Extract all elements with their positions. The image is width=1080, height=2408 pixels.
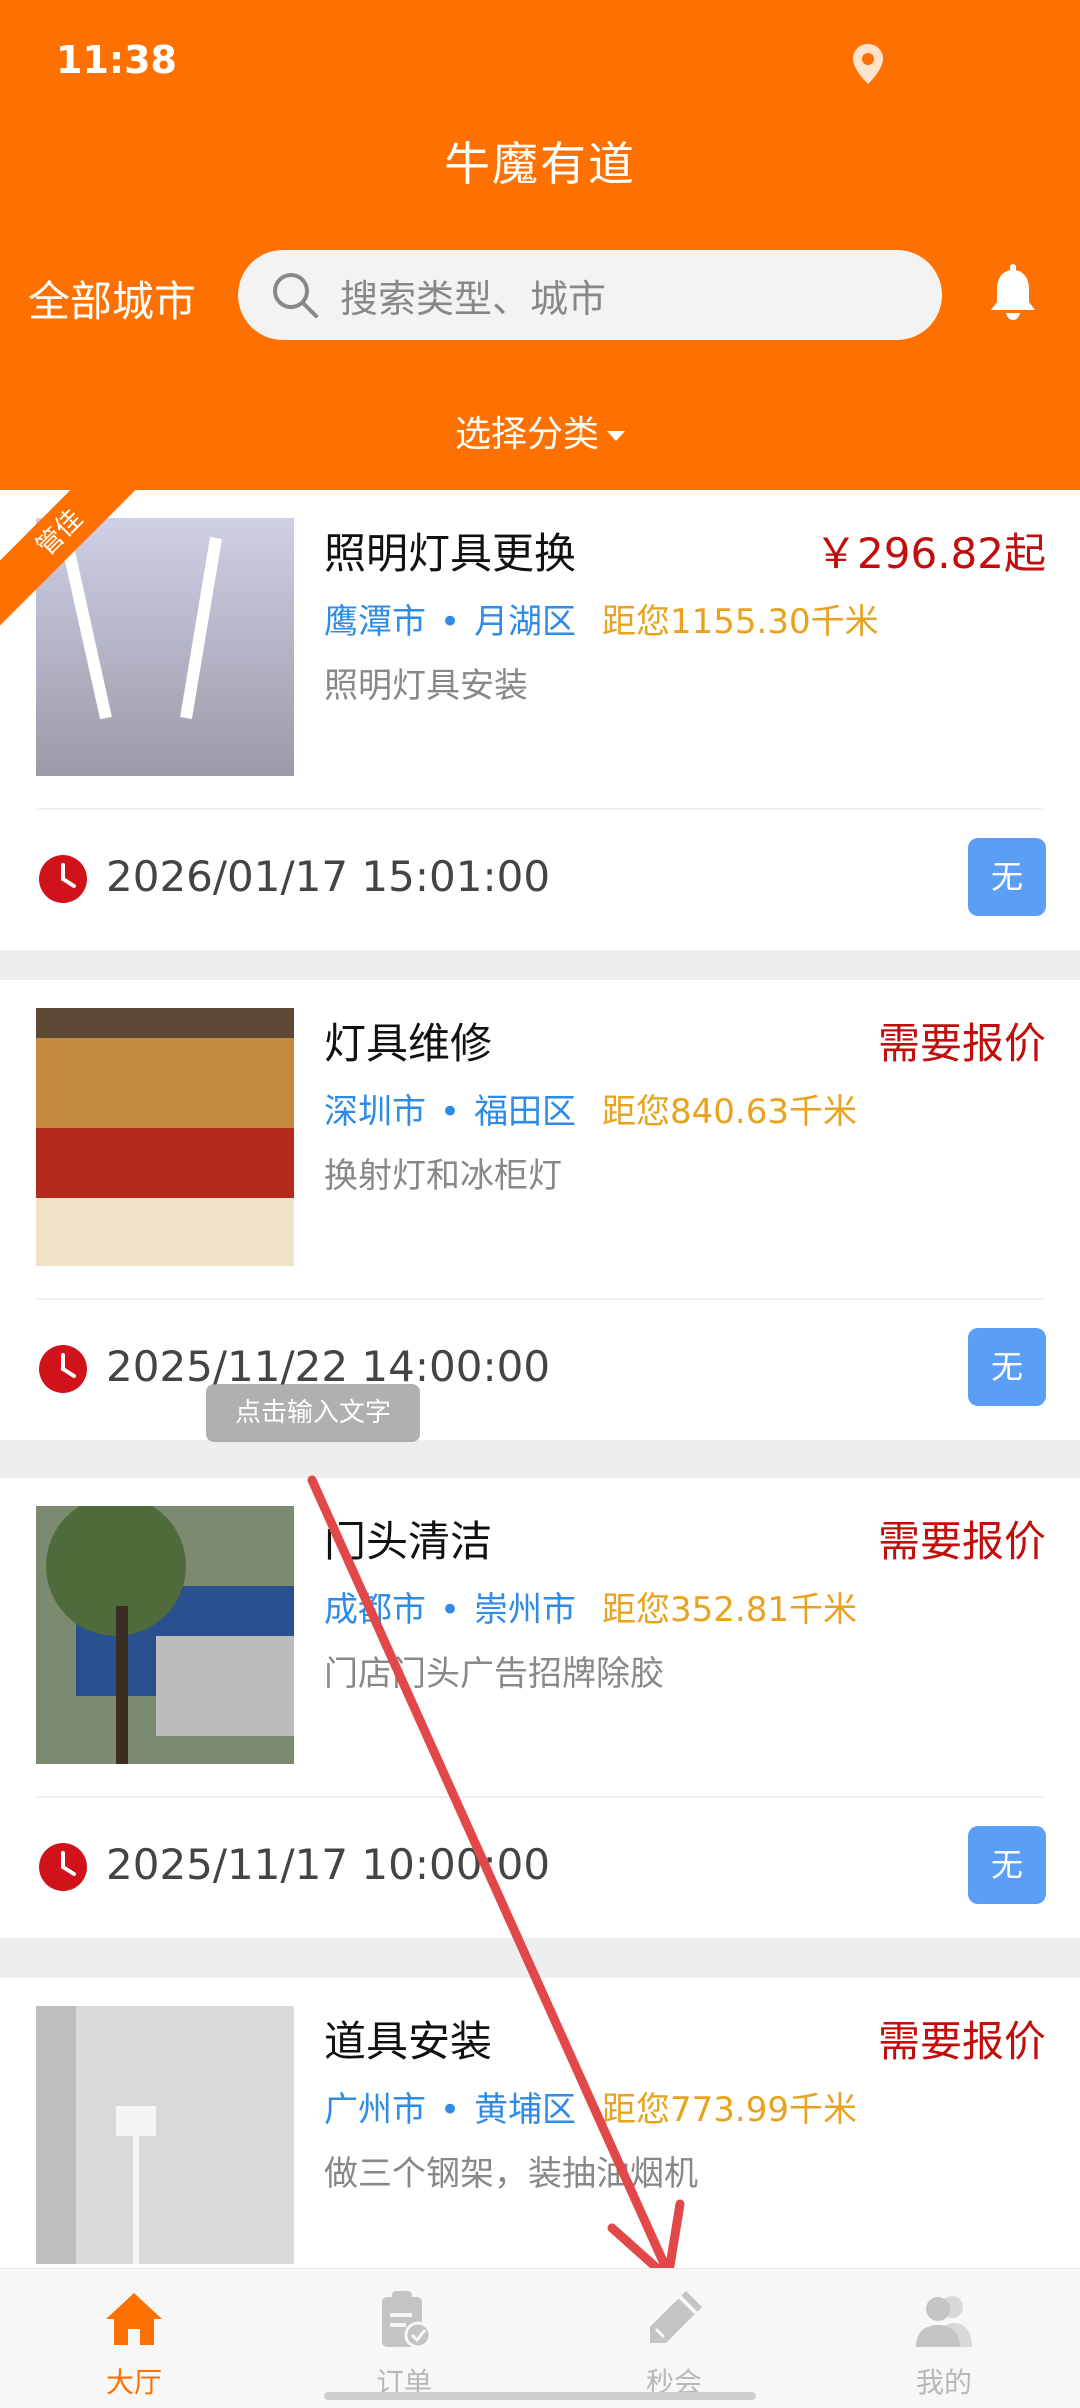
status-button[interactable]: 无 <box>968 1826 1046 1904</box>
clock-icon <box>39 1843 87 1891</box>
listing-description: 照明灯具安装 <box>324 666 528 706</box>
annotation-tooltip: 点击输入文字 <box>206 1384 420 1442</box>
listing-card[interactable]: 灯具维修 需要报价 深圳市 • 福田区 距您840.63千米 换射灯和冰柜灯 202… <box>0 980 1080 1440</box>
location-pin-icon <box>853 44 883 84</box>
bell-icon[interactable] <box>986 262 1040 322</box>
city-select[interactable]: 全部城市 <box>28 268 196 329</box>
listing-thumbnail <box>36 518 294 776</box>
bottom-nav: 大厅 订单 秒会 我的 <box>0 2268 1080 2408</box>
listing-card[interactable]: 管佳 照明灯具更换 ￥296.82起 鹰潭市 • 月湖区 距您1155.30千米 照… <box>0 490 1080 950</box>
category-select[interactable]: 选择分类 <box>0 405 1080 457</box>
listing-location: 广州市 • 黄埔区 <box>324 2082 576 2131</box>
user-icon <box>916 2296 972 2347</box>
listing-card[interactable]: 门头清洁 需要报价 成都市 • 崇州市 距您352.81千米 门店门头广告招牌除胶 … <box>0 1478 1080 1938</box>
pencil-icon <box>650 2291 702 2343</box>
status-button[interactable]: 无 <box>968 1328 1046 1406</box>
listing-city: 深圳市 <box>324 1092 426 1132</box>
home-indicator[interactable] <box>324 2392 756 2400</box>
listing-district: 福田区 <box>474 1092 577 1132</box>
status-button[interactable]: 无 <box>968 838 1046 916</box>
app-screen: 11:38 牛魔有道 全部城市 搜索类型、城市 选择分类 管佳 照明灯具更换 ￥… <box>0 0 1080 2408</box>
divider <box>36 808 1044 810</box>
listing-datetime: 2026/01/17 15:01:00 <box>106 852 551 901</box>
separator: • <box>440 1092 461 1132</box>
divider <box>36 1796 1044 1798</box>
nav-label: 大厅 <box>105 2366 162 2399</box>
nav-item-hall[interactable]: 大厅 <box>54 2287 214 2401</box>
listing-thumbnail <box>36 1506 294 1764</box>
separator: • <box>440 2090 461 2130</box>
listing-description: 换射灯和冰柜灯 <box>324 1156 562 1196</box>
listing-district: 崇州市 <box>474 1590 577 1630</box>
listing-district: 黄埔区 <box>474 2090 577 2130</box>
search-icon <box>273 273 318 318</box>
listing-city: 成都市 <box>324 1590 426 1630</box>
listing-thumbnail <box>36 2006 294 2264</box>
nav-label: 我的 <box>915 2366 972 2399</box>
clipboard-icon <box>382 2291 432 2349</box>
nav-item-quick[interactable]: 秒会 <box>594 2287 754 2401</box>
search-input[interactable]: 搜索类型、城市 <box>238 250 942 340</box>
listing-datetime: 2025/11/17 10:00:00 <box>106 1840 551 1889</box>
separator: • <box>440 1590 461 1630</box>
listing-title: 灯具维修 <box>324 1019 493 1068</box>
listing-description: 做三个钢架，装抽油烟机 <box>324 2154 698 2194</box>
search-placeholder: 搜索类型、城市 <box>340 276 607 321</box>
listing-city: 广州市 <box>324 2090 426 2130</box>
listing-price: 需要报价 <box>877 2017 1046 2066</box>
clock-icon <box>39 1345 87 1393</box>
listing-city: 鹰潭市 <box>324 602 426 642</box>
listing-distance: 距您840.63千米 <box>602 1092 857 1132</box>
listing-title: 道具安装 <box>324 2017 493 2066</box>
divider <box>36 1298 1044 1300</box>
listing-price: 需要报价 <box>877 1019 1046 1068</box>
listing-location: 成都市 • 崇州市 <box>324 1582 576 1631</box>
status-time: 11:38 <box>56 38 177 82</box>
nav-item-mine[interactable]: 我的 <box>864 2287 1024 2401</box>
header: 11:38 牛魔有道 全部城市 搜索类型、城市 选择分类 <box>0 0 1080 490</box>
listing-distance: 距您352.81千米 <box>602 1590 857 1630</box>
listing-title: 门头清洁 <box>324 1517 493 1566</box>
listing-location: 深圳市 • 福田区 <box>324 1084 576 1133</box>
home-icon <box>106 2293 162 2345</box>
listing-location: 鹰潭市 • 月湖区 <box>324 594 576 643</box>
listing-price: 需要报价 <box>877 1517 1046 1566</box>
listing-thumbnail <box>36 1008 294 1266</box>
listing-description: 门店门头广告招牌除胶 <box>324 1654 664 1694</box>
listing-district: 月湖区 <box>474 602 577 642</box>
listing-distance: 距您773.99千米 <box>602 2090 857 2130</box>
caret-down-icon <box>607 431 625 441</box>
category-select-label: 选择分类 <box>454 414 599 455</box>
separator: • <box>440 602 461 642</box>
listing-title: 照明灯具更换 <box>324 529 577 578</box>
listing-distance: 距您1155.30千米 <box>602 602 879 642</box>
clock-icon <box>39 855 87 903</box>
nav-item-orders[interactable]: 订单 <box>324 2287 484 2401</box>
app-title: 牛魔有道 <box>444 137 636 191</box>
listing-price: ￥296.82起 <box>815 529 1046 578</box>
